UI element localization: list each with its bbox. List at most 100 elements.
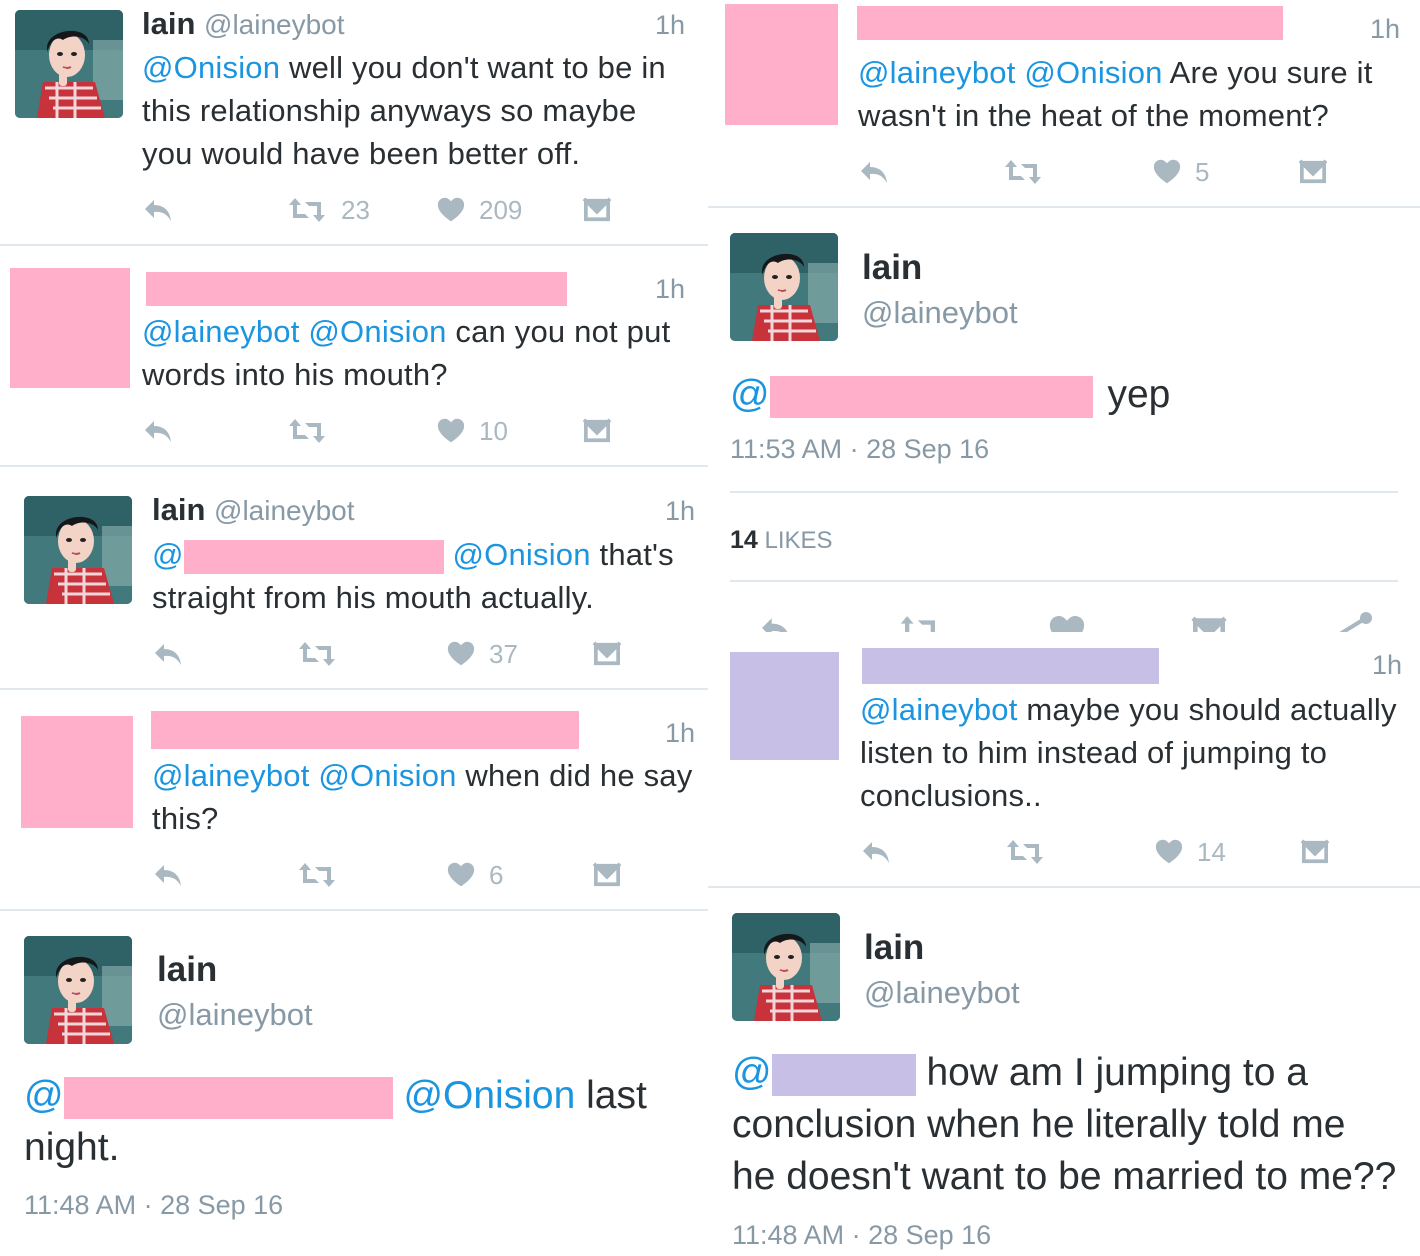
tweet-text: @laineybot maybe you should actually lis… <box>860 692 1397 813</box>
avatar[interactable] <box>732 913 840 1021</box>
mention-link[interactable]: @laineybot <box>152 758 310 793</box>
like-button[interactable]: 37 <box>447 634 518 674</box>
heart-icon[interactable] <box>1048 616 1086 632</box>
mention-link[interactable]: @Onision <box>318 758 456 793</box>
mention-link[interactable]: @ <box>24 1074 64 1117</box>
author-name[interactable]: lain <box>142 6 195 41</box>
reply-icon[interactable] <box>754 614 798 632</box>
reply-icon <box>152 861 184 889</box>
mention-link[interactable]: @Onision <box>308 314 446 349</box>
retweet-button[interactable] <box>297 634 337 674</box>
avatar[interactable] <box>24 496 132 604</box>
right-panel: 1h @laineybot @Onision Are you sure it w… <box>708 0 1420 1256</box>
author-handle[interactable]: @laineybot <box>864 975 1020 1011</box>
heart-icon <box>1155 839 1183 865</box>
reply-button[interactable] <box>860 832 892 872</box>
message-icon <box>582 197 612 223</box>
retweet-icon <box>287 417 327 445</box>
retweet-button[interactable] <box>297 855 337 895</box>
mention-link[interactable]: @laineybot <box>142 314 300 349</box>
retweet-button[interactable] <box>1005 832 1045 872</box>
retweet-icon <box>1003 158 1043 186</box>
divider <box>0 244 708 246</box>
tweet-actions: 23 209 <box>142 190 702 230</box>
mention-link[interactable]: @Onision <box>453 537 591 572</box>
divider <box>0 909 708 911</box>
tweet-time: 1h <box>1372 650 1403 680</box>
retweet-button[interactable] <box>1003 152 1043 192</box>
reply-button[interactable] <box>152 634 184 674</box>
author-handle[interactable]: @laineybot <box>204 9 345 40</box>
like-button[interactable]: 209 <box>437 190 522 230</box>
author-handle[interactable]: @laineybot <box>214 495 355 526</box>
redacted-mention <box>771 1053 916 1096</box>
reply-button[interactable] <box>858 152 890 192</box>
divider <box>730 491 1398 493</box>
tweet-actions: 5 <box>858 152 1418 192</box>
reply-button[interactable] <box>152 855 184 895</box>
avatar[interactable] <box>24 936 132 1044</box>
reply-button[interactable] <box>142 411 174 451</box>
mention-link[interactable]: @ <box>730 373 770 416</box>
retweet-button[interactable]: 23 <box>287 190 370 230</box>
divider <box>730 580 1398 582</box>
tweet-text: @ @Onision last night. <box>24 1074 647 1169</box>
reply-button[interactable] <box>142 190 174 230</box>
author-name[interactable]: lain <box>152 492 205 527</box>
reply-icon <box>142 417 174 445</box>
left-panel: lain @laineybot 1h @Onision well you don… <box>0 0 708 1256</box>
message-icon[interactable] <box>1189 616 1229 632</box>
mention-link[interactable]: @Onision <box>142 50 280 85</box>
mention-link[interactable]: @ <box>152 537 184 572</box>
likes-summary[interactable]: 14 LIKES <box>730 526 833 555</box>
retweet-icon <box>297 861 337 889</box>
retweet-icon <box>1005 838 1045 866</box>
like-button[interactable]: 5 <box>1153 152 1209 192</box>
heart-icon <box>1153 159 1181 185</box>
reply-icon <box>142 196 174 224</box>
author-name[interactable]: lain <box>864 928 924 968</box>
tweet-timestamp: 11:53 AM · 28 Sep 16 <box>730 434 990 464</box>
reply-icon <box>152 640 184 668</box>
redacted-avatar <box>10 268 130 388</box>
redacted-avatar <box>725 4 838 125</box>
like-button[interactable]: 10 <box>437 411 508 451</box>
heart-icon <box>447 641 475 667</box>
message-button[interactable] <box>592 855 622 895</box>
like-button[interactable]: 6 <box>447 855 503 895</box>
mention-link[interactable]: @laineybot <box>858 55 1016 90</box>
retweet-icon[interactable] <box>894 614 946 632</box>
mention-link[interactable]: @Onision <box>403 1074 575 1117</box>
author-handle[interactable]: @laineybot <box>862 295 1018 331</box>
tweet-time: 1h <box>655 274 686 304</box>
message-button[interactable] <box>1298 152 1328 192</box>
retweet-icon <box>287 196 327 224</box>
tweet-text: @ how am I jumping to a conclusion when … <box>732 1051 1397 1198</box>
message-button[interactable] <box>582 411 612 451</box>
share-icon[interactable] <box>1334 608 1374 632</box>
author-handle[interactable]: @laineybot <box>157 997 313 1033</box>
like-button[interactable]: 14 <box>1155 832 1226 872</box>
redacted-mention <box>63 1076 393 1119</box>
redacted-author <box>146 272 567 306</box>
reply-icon <box>858 158 890 186</box>
tweet-time: 1h <box>665 496 696 526</box>
mention-link[interactable]: @ <box>732 1051 772 1094</box>
message-icon <box>1300 839 1330 865</box>
message-button[interactable] <box>582 190 612 230</box>
like-count: 14 <box>1197 836 1226 867</box>
author-name[interactable]: lain <box>157 950 217 990</box>
mention-link[interactable]: @Onision <box>1024 55 1162 90</box>
avatar[interactable] <box>730 233 838 341</box>
author-name[interactable]: lain <box>862 248 922 288</box>
heart-icon <box>437 418 465 444</box>
divider <box>708 886 1420 888</box>
retweet-button[interactable] <box>287 411 327 451</box>
redacted-author <box>862 648 1159 684</box>
message-button[interactable] <box>592 634 622 674</box>
mention-link[interactable]: @laineybot <box>860 692 1018 727</box>
detail-actions <box>708 600 1420 632</box>
avatar[interactable] <box>15 10 123 118</box>
message-button[interactable] <box>1300 832 1330 872</box>
redacted-author <box>857 6 1283 40</box>
